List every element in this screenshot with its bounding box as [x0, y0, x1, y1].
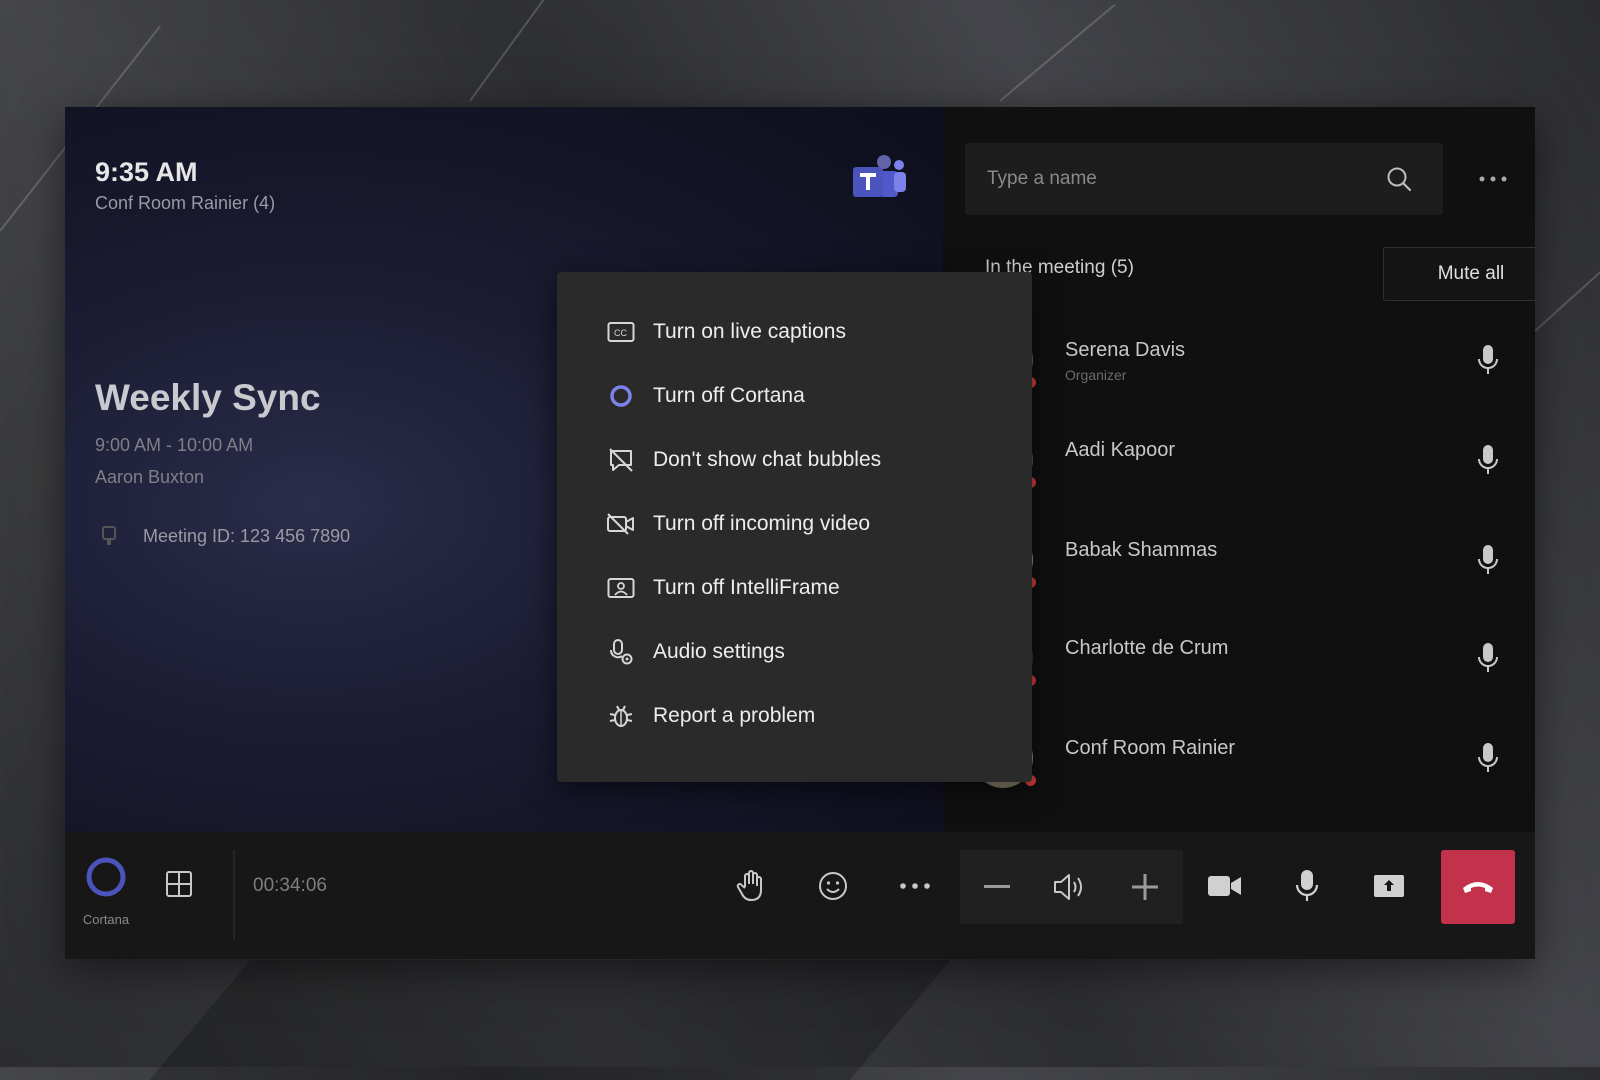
microphone-icon[interactable]	[1473, 741, 1503, 775]
volume-control-group	[960, 850, 1183, 924]
meeting-organizer: Aaron Buxton	[95, 467, 205, 487]
teams-room-window: 9:35 AM Conf Room Rainier (4) Weekly Syn…	[65, 107, 1535, 959]
participant-name: Serena Davis	[1065, 339, 1186, 361]
menu-item-label: Audio settings	[653, 640, 785, 663]
more-options-icon[interactable]	[1473, 167, 1513, 191]
participant-row[interactable]: Conf Room Rainier	[945, 723, 1535, 793]
volume-indicator	[1048, 865, 1092, 909]
menu-item-intelliframe[interactable]: Turn off IntelliFrame	[605, 568, 840, 608]
microphone-icon[interactable]	[1473, 343, 1503, 377]
intelliframe-icon	[605, 574, 637, 602]
clock: 9:35 AM	[95, 157, 198, 187]
background-streak	[999, 3, 1116, 102]
microphone-icon	[1295, 870, 1319, 901]
background-shadow	[149, 960, 951, 1080]
participant-name: Conf Room Rainier	[1065, 737, 1236, 759]
meeting-time: 9:00 AM - 10:00 AM	[95, 435, 254, 455]
cortana-ring-icon	[605, 382, 637, 410]
mute-all-button[interactable]: Mute all	[1383, 247, 1535, 301]
captions-icon: CC	[605, 318, 637, 346]
cortana-icon	[86, 857, 126, 897]
svg-text:CC: CC	[614, 328, 627, 338]
microphone-button[interactable]	[1285, 864, 1329, 908]
cortana-button[interactable]	[83, 854, 129, 900]
plus-icon	[1132, 874, 1158, 900]
participant-name: Charlotte de Crum	[1065, 637, 1229, 659]
menu-item-label: Turn on live captions	[653, 320, 846, 343]
cortana-label: Cortana	[82, 912, 130, 927]
background-streak	[469, 0, 571, 102]
hang-up-icon	[1463, 882, 1493, 893]
meeting-id-row: Meeting ID: 123 456 7890	[101, 525, 350, 547]
microphone-icon[interactable]	[1473, 443, 1503, 477]
bug-icon	[605, 702, 637, 730]
menu-item-incoming-video[interactable]: Turn off incoming video	[605, 504, 870, 544]
more-actions-button[interactable]	[893, 864, 937, 908]
raise-hand-icon	[736, 870, 762, 901]
share-screen-icon	[1374, 875, 1404, 897]
divider	[233, 850, 235, 940]
participants-panel: In the meeting (5) Mute all Serena Davis…	[945, 107, 1535, 832]
layout-button[interactable]	[161, 866, 197, 902]
menu-item-audio-settings[interactable]: Audio settings	[605, 632, 785, 672]
minus-icon	[984, 885, 1010, 888]
call-duration: 00:34:06	[253, 875, 327, 896]
menu-item-report-problem[interactable]: Report a problem	[605, 696, 815, 736]
teams-logo-icon	[853, 155, 906, 197]
video-off-icon	[605, 510, 637, 538]
more-actions-menu: CC Turn on live captions Turn off Cortan…	[557, 272, 1032, 782]
participant-name: Babak Shammas	[1065, 539, 1218, 561]
menu-item-cortana[interactable]: Turn off Cortana	[605, 376, 805, 416]
search-input[interactable]	[965, 167, 1379, 191]
microphone-icon[interactable]	[1473, 641, 1503, 675]
menu-item-label: Turn off IntelliFrame	[653, 576, 840, 599]
more-options-icon	[900, 883, 930, 889]
menu-item-label: Turn off Cortana	[653, 384, 805, 407]
meeting-title: Weekly Sync	[95, 377, 321, 418]
audio-settings-icon	[605, 638, 637, 666]
microphone-icon[interactable]	[1473, 543, 1503, 577]
raise-hand-button[interactable]	[729, 864, 773, 908]
video-camera-icon	[1208, 876, 1241, 896]
volume-up-button[interactable]	[1123, 865, 1167, 909]
menu-item-label: Report a problem	[653, 704, 816, 727]
participant-row[interactable]: Serena Davis Organizer	[945, 325, 1535, 395]
emoji-icon	[819, 872, 847, 900]
participant-row[interactable]: Babak Shammas	[945, 525, 1535, 595]
dial-pad-icon	[102, 526, 116, 545]
hang-up-button[interactable]	[1441, 850, 1515, 924]
grid-layout-icon	[166, 871, 192, 897]
search-box[interactable]	[965, 143, 1443, 215]
share-screen-button[interactable]	[1367, 864, 1411, 908]
meeting-id: Meeting ID: 123 456 7890	[143, 525, 351, 546]
participant-name: Aadi Kapoor	[1065, 439, 1176, 461]
menu-item-chat-bubbles[interactable]: Don't show chat bubbles	[605, 440, 881, 480]
volume-down-button[interactable]	[975, 865, 1019, 909]
speaker-icon	[1054, 874, 1082, 900]
room-name: Conf Room Rainier (4)	[95, 193, 276, 213]
participant-row[interactable]: Aadi Kapoor	[945, 425, 1535, 495]
camera-button[interactable]	[1203, 864, 1247, 908]
chat-bubble-off-icon	[605, 446, 637, 474]
call-control-bar: Cortana 00:34:06	[65, 832, 1535, 959]
background-streak	[1534, 270, 1600, 332]
participant-row[interactable]: Charlotte de Crum	[945, 623, 1535, 693]
reactions-button[interactable]	[811, 864, 855, 908]
participant-role: Organizer	[1065, 367, 1127, 383]
menu-item-live-captions[interactable]: CC Turn on live captions	[605, 312, 846, 352]
menu-item-label: Don't show chat bubbles	[653, 448, 882, 471]
search-icon[interactable]	[1379, 159, 1419, 199]
menu-item-label: Turn off incoming video	[653, 512, 871, 535]
